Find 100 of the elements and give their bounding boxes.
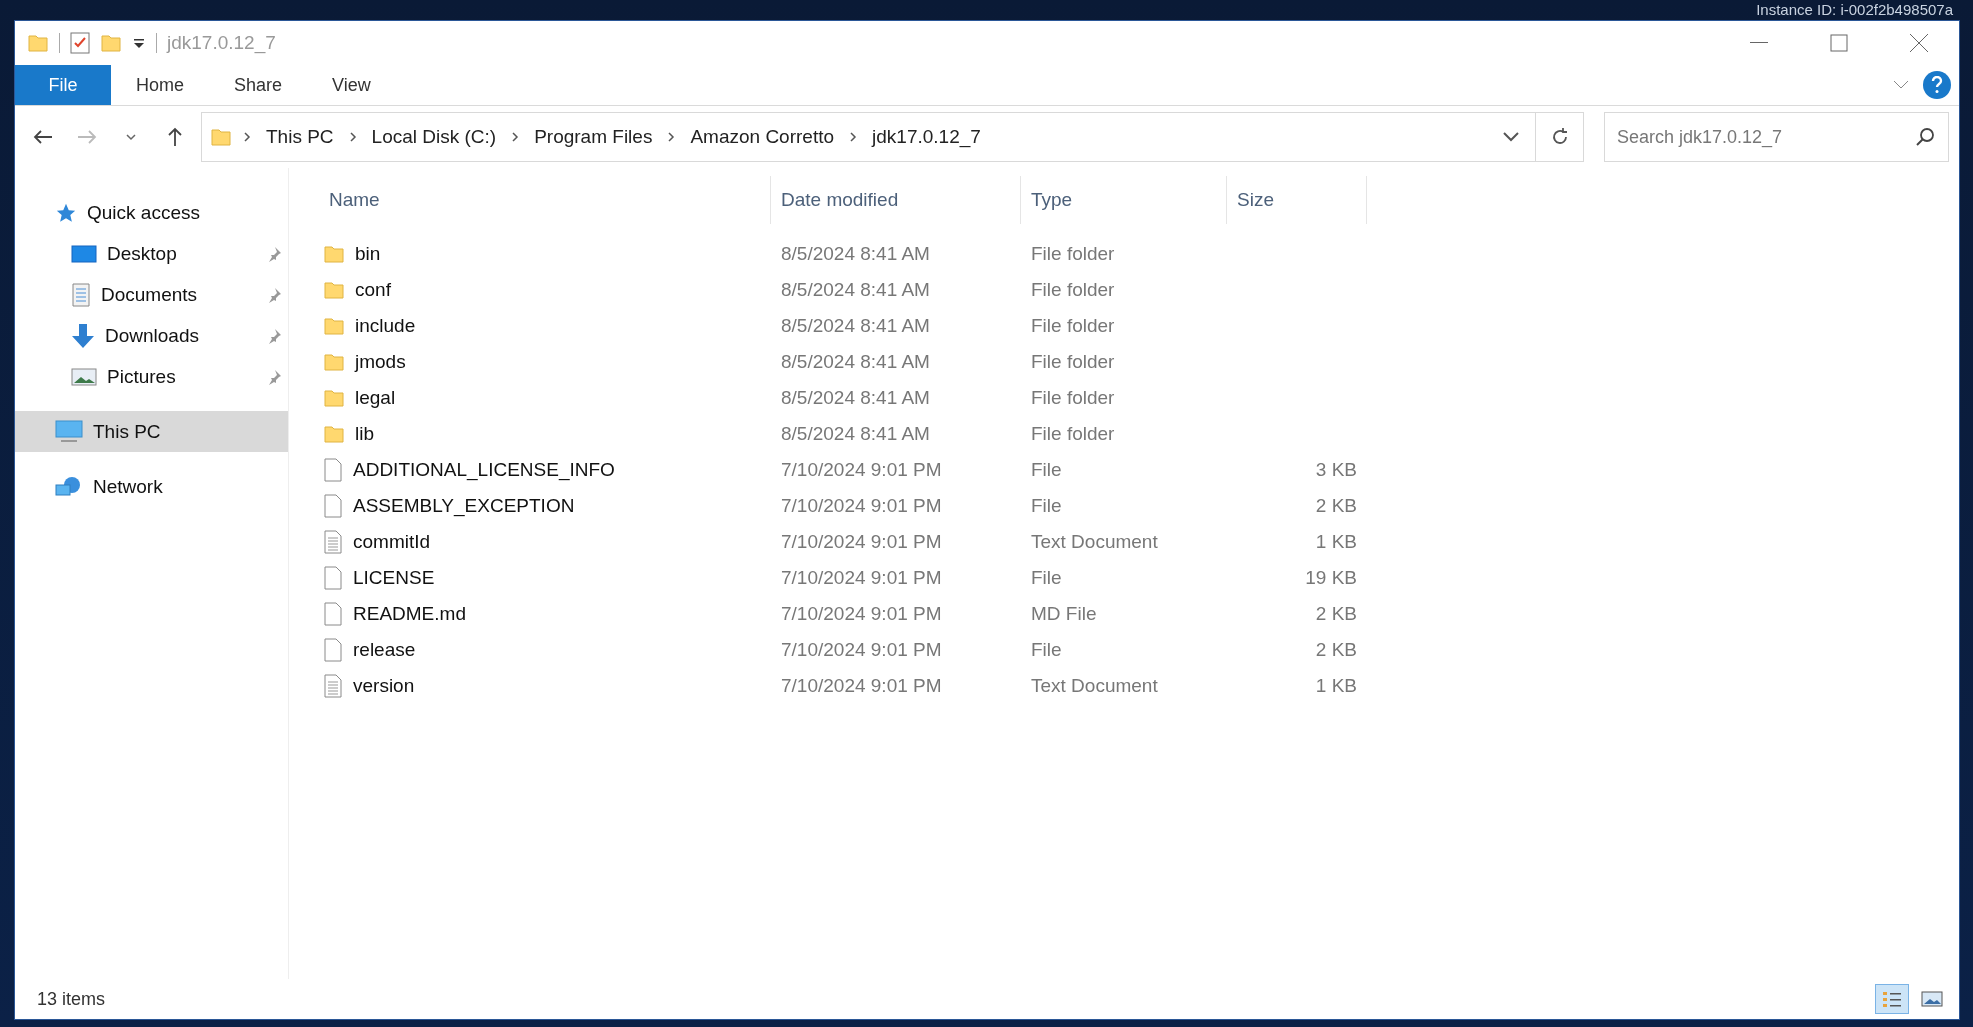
table-cell-text: 8/5/2024 8:41 AM — [780, 243, 931, 265]
sidebar-item[interactable]: Quick access — [15, 192, 288, 233]
ribbon-tab[interactable]: Home — [111, 65, 209, 105]
table-cell-text: File folder — [1030, 279, 1116, 301]
file-name[interactable]: lib — [355, 423, 374, 445]
file-name[interactable]: jmods — [355, 351, 406, 373]
file-name[interactable]: ADDITIONAL_LICENSE_INFO — [353, 459, 615, 481]
breadcrumb-item[interactable]: Program Files — [530, 126, 657, 148]
folder-icon — [210, 126, 232, 148]
table-cell-text: Text Document — [1030, 675, 1159, 697]
table-cell-text: MD File — [1030, 603, 1098, 625]
table-cell-text: 7/10/2024 9:01 PM — [780, 603, 943, 625]
search-field[interactable]: Search jdk17.0.12_7 — [1604, 112, 1949, 162]
file-icon — [323, 494, 343, 518]
folder-icon — [27, 32, 49, 54]
question-mark-icon — [1931, 76, 1943, 94]
sidebar-item[interactable]: Downloads — [15, 315, 288, 356]
picture-icon — [71, 366, 97, 387]
ribbon-tab[interactable]: Share — [209, 65, 308, 105]
chevron-down-icon[interactable] — [1503, 132, 1519, 142]
file-name[interactable]: legal — [355, 387, 396, 409]
table-cell-text: 2 KB — [1314, 495, 1358, 517]
file-name[interactable]: release — [353, 639, 416, 661]
table-cell-text: 7/10/2024 9:01 PM — [780, 495, 943, 517]
file-name[interactable]: LICENSE — [353, 567, 435, 589]
table-cell-text: 2 KB — [1314, 603, 1358, 625]
up-arrow-icon — [167, 127, 183, 147]
sidebar-item[interactable]: Documents — [15, 274, 288, 315]
details-view-button[interactable] — [1875, 984, 1909, 1014]
column-header[interactable]: Size — [1227, 176, 1367, 224]
maximize-icon — [1830, 34, 1848, 52]
file-name[interactable]: bin — [355, 243, 381, 265]
desktop-icon — [71, 243, 97, 264]
desktop-info-text: Instance ID: i-002f2b498507a — [1756, 0, 1953, 20]
file-icon — [323, 602, 343, 626]
expand-ribbon-icon[interactable] — [1893, 80, 1909, 90]
table-cell-text: 7/10/2024 9:01 PM — [780, 531, 943, 553]
minimize-icon — [1750, 42, 1768, 44]
new-folder-icon — [100, 32, 122, 54]
picture-icon — [1921, 991, 1943, 1007]
close-icon — [1909, 33, 1929, 53]
folder-icon — [323, 351, 345, 373]
table-cell-text: File folder — [1030, 423, 1116, 445]
dropdown-icon[interactable] — [132, 36, 146, 50]
address-bar[interactable]: This PC Local Disk (C:) Program Files Amazon Corretto jdk17.0.12_7 — [201, 112, 1536, 162]
monitor-icon — [55, 419, 83, 444]
column-header[interactable]: Name — [319, 176, 771, 224]
table-cell-text: File folder — [1030, 387, 1116, 409]
breadcrumb-item[interactable]: Amazon Corretto — [686, 126, 839, 148]
table-cell-text: File folder — [1030, 243, 1116, 265]
chevron-right-icon — [666, 131, 677, 143]
chevron-down-icon — [125, 133, 137, 141]
table-cell-text: 1 KB — [1314, 675, 1358, 697]
table-cell-text: 8/5/2024 8:41 AM — [780, 387, 931, 409]
details-list-icon — [1881, 990, 1903, 1008]
file-name[interactable]: ASSEMBLY_EXCEPTION — [353, 495, 575, 517]
chevron-right-icon — [242, 131, 252, 143]
table-cell-text: 2 KB — [1314, 639, 1358, 661]
text-file-icon — [323, 530, 343, 554]
help-button[interactable] — [1923, 71, 1951, 99]
down-arrow-icon — [71, 322, 95, 349]
ribbon-tab[interactable]: File — [15, 65, 111, 105]
table-cell-text: File — [1030, 639, 1063, 661]
file-name[interactable]: commitId — [353, 531, 431, 553]
refresh-button[interactable] — [1536, 112, 1584, 162]
document-icon — [71, 282, 91, 307]
breadcrumb-item[interactable]: Local Disk (C:) — [367, 126, 501, 148]
chevron-right-icon — [510, 131, 521, 143]
column-header[interactable]: Date modified — [771, 176, 1021, 224]
sidebar-item[interactable]: Pictures — [15, 356, 288, 397]
network-icon — [55, 474, 83, 499]
column-header[interactable]: Type — [1021, 176, 1227, 224]
table-cell-text: 7/10/2024 9:01 PM — [780, 567, 943, 589]
file-name[interactable]: include — [355, 315, 416, 337]
properties-icon[interactable] — [70, 32, 90, 54]
breadcrumb-item[interactable]: jdk17.0.12_7 — [868, 126, 985, 148]
table-cell-text: 7/10/2024 9:01 PM — [780, 675, 943, 697]
table-cell-text: 8/5/2024 8:41 AM — [780, 351, 931, 373]
file-icon — [323, 638, 343, 662]
table-cell-text: Text Document — [1030, 531, 1159, 553]
right-arrow-icon — [77, 129, 97, 145]
search-icon — [1915, 127, 1935, 147]
table-cell-text: File folder — [1030, 351, 1116, 373]
chevron-right-icon — [848, 131, 859, 143]
folder-icon — [323, 387, 345, 409]
folder-icon — [323, 315, 345, 337]
file-name[interactable]: conf — [355, 279, 391, 301]
chevron-right-icon — [347, 131, 358, 143]
ribbon-tab[interactable]: View — [307, 65, 396, 105]
breadcrumb-item[interactable]: This PC — [262, 126, 338, 148]
sidebar-item[interactable]: This PC — [15, 411, 288, 452]
folder-icon — [323, 423, 345, 445]
file-name[interactable]: version — [353, 675, 415, 697]
sidebar-item[interactable]: Desktop — [15, 233, 288, 274]
table-cell-text: 7/10/2024 9:01 PM — [780, 459, 943, 481]
table-cell-text: 8/5/2024 8:41 AM — [780, 279, 931, 301]
file-icon — [323, 566, 343, 590]
file-name[interactable]: README.md — [353, 603, 466, 625]
folder-icon — [323, 279, 345, 301]
sidebar-item[interactable]: Network — [15, 466, 288, 507]
